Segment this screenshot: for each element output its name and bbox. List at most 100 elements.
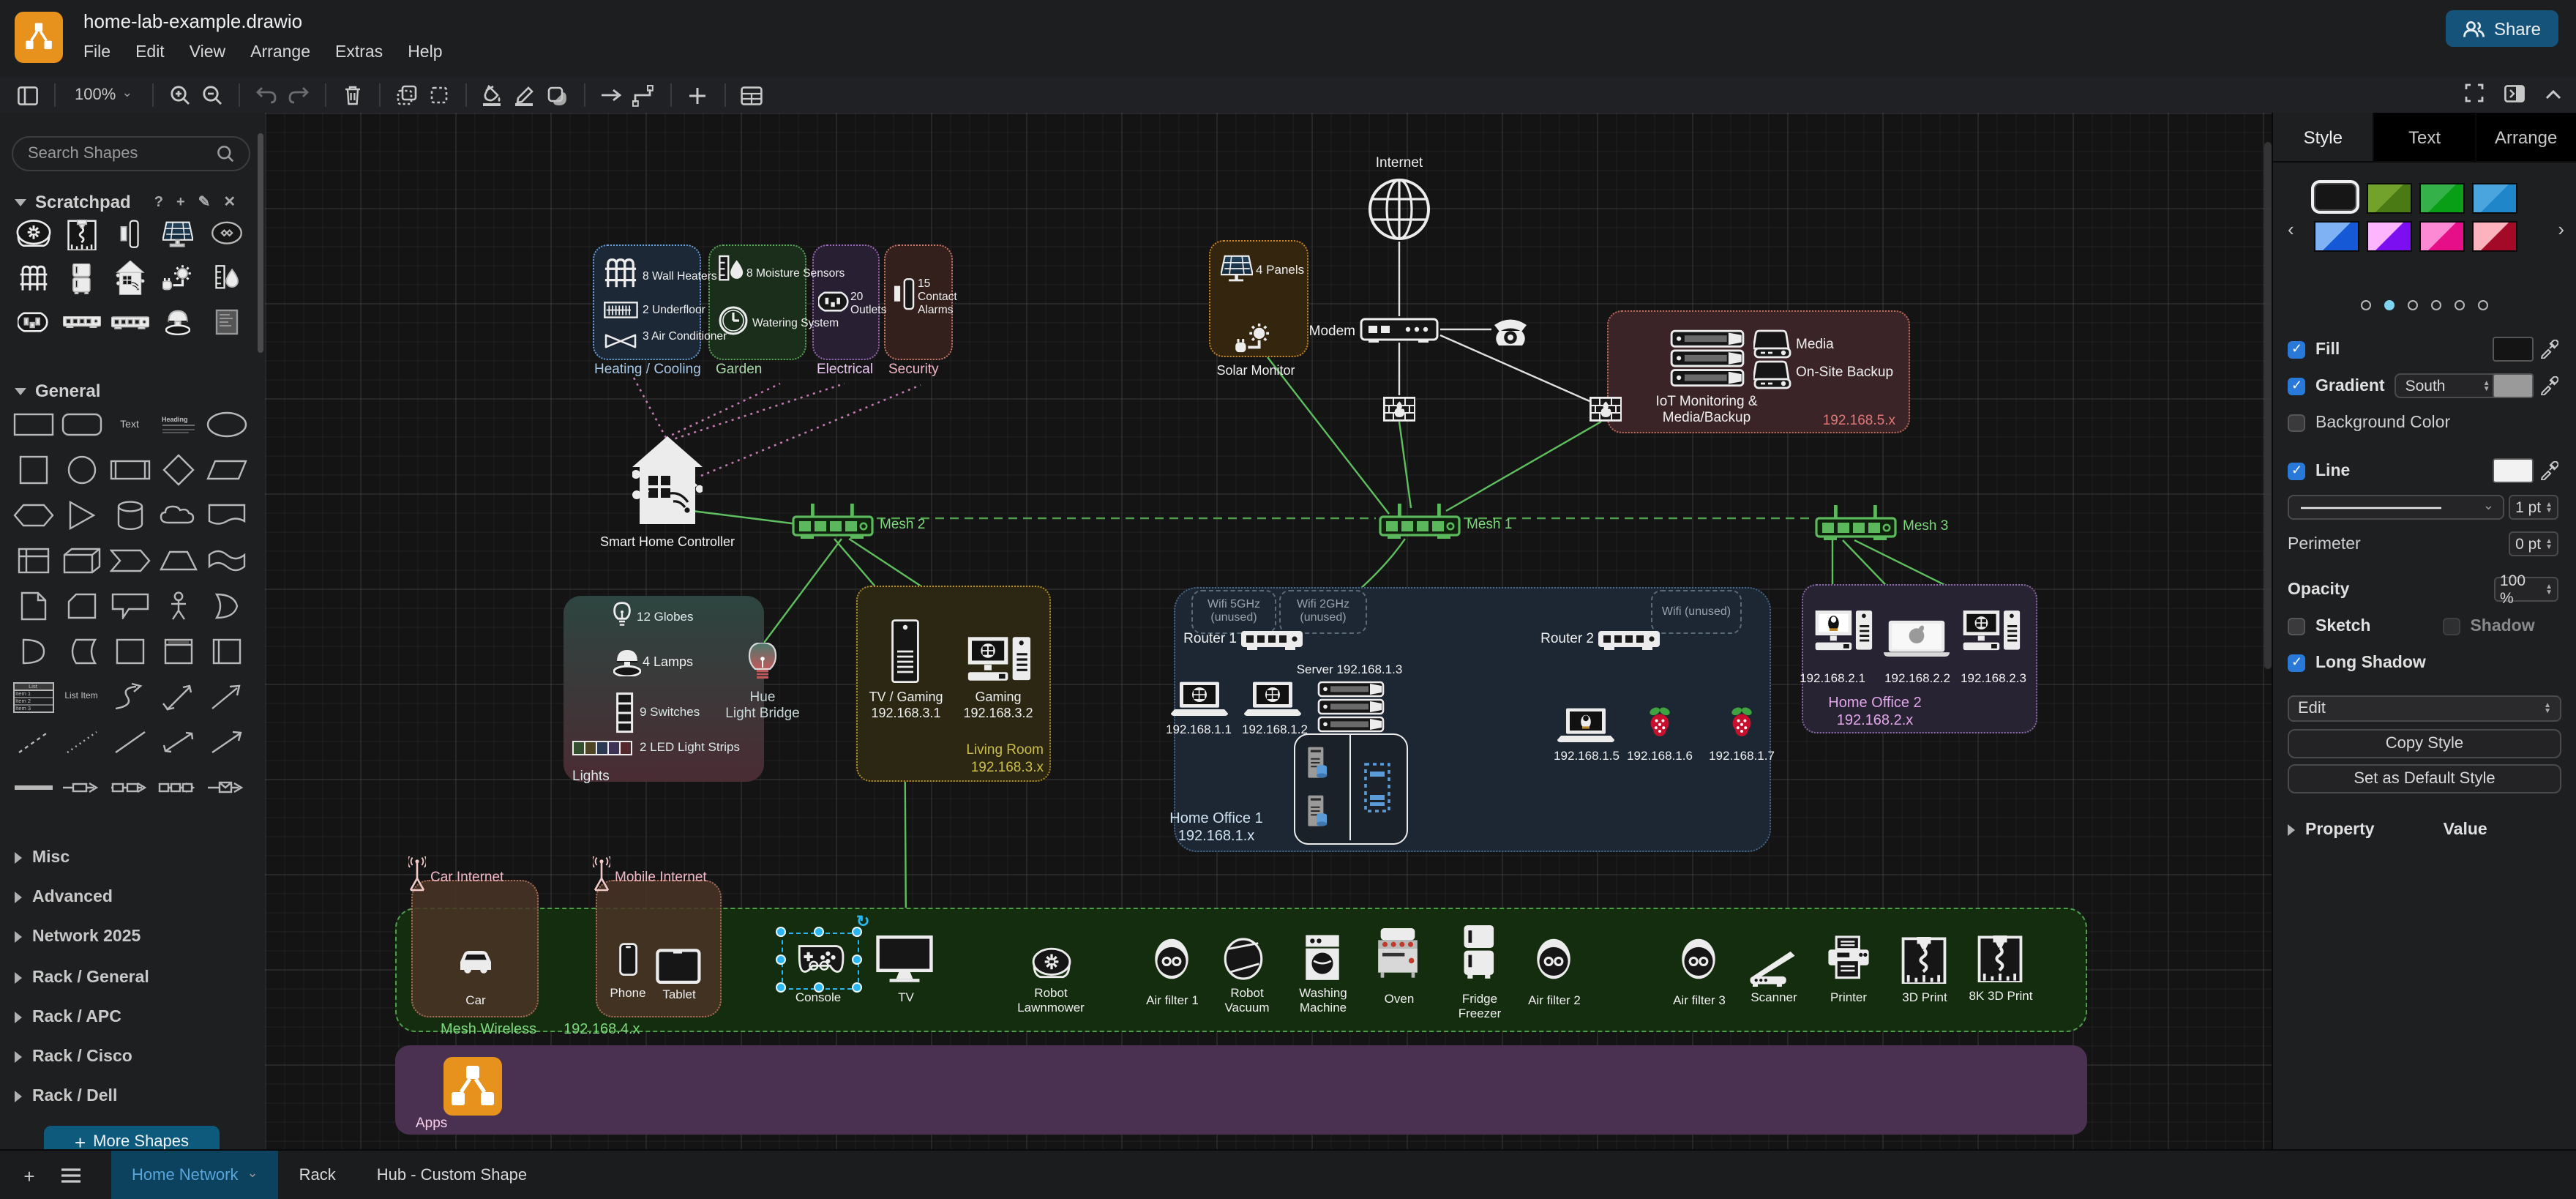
garden-title[interactable]: Garden [716, 362, 762, 378]
ip-192-168-2-3[interactable]: 192.168.2.3 [1961, 671, 2026, 685]
shape-smart-home[interactable] [108, 262, 151, 294]
heating-title[interactable]: Heating / Cooling [594, 362, 701, 378]
hue-bridge-label[interactable]: Hue Light Bridge [725, 690, 799, 722]
router1-label[interactable]: Router 1 [1183, 631, 1237, 647]
washing-machine-label[interactable]: Washing Machine [1299, 985, 1347, 1015]
shape-parallelogram[interactable] [204, 454, 248, 486]
router2-label[interactable]: Router 2 [1540, 631, 1594, 647]
air-filter2-label[interactable]: Air filter 2 [1528, 993, 1581, 1007]
insert-button[interactable] [681, 81, 714, 110]
printer-icon[interactable] [1827, 935, 1871, 987]
shape-directional-arrow[interactable] [204, 726, 248, 758]
menu-help[interactable]: Help [408, 44, 442, 61]
tab-style[interactable]: Style [2273, 113, 2375, 161]
diagram-canvas[interactable]: Internet Modem 4 Panels Solar Monitor 8 … [265, 113, 2273, 1149]
home-office2-subnet[interactable]: 192.168.2.x [1837, 713, 1914, 731]
solar-monitor-label[interactable]: Solar Monitor [1216, 363, 1295, 378]
shape-circle[interactable] [59, 454, 103, 486]
sidebar-section-rack-general[interactable]: Rack / General [15, 969, 149, 987]
linux-desktop-icon[interactable] [1813, 609, 1873, 660]
shape-rounded-rectangle[interactable] [59, 408, 103, 441]
macbook-icon[interactable] [1884, 619, 1950, 665]
zoom-in-button[interactable] [163, 81, 195, 110]
air-filter1-label[interactable]: Air filter 1 [1146, 993, 1199, 1007]
router2-icon[interactable] [1598, 631, 1660, 657]
style-swatch[interactable] [2367, 183, 2412, 214]
fullscreen-icon[interactable] [2465, 83, 2484, 107]
collapse-panel-icon[interactable] [2504, 84, 2525, 106]
sidebar-section-rack-apc[interactable]: Rack / APC [15, 1009, 121, 1026]
undo-button[interactable] [250, 81, 282, 110]
edit-style-select[interactable]: Edit▲▼ [2288, 695, 2561, 721]
home-office1-subnet[interactable]: 192.168.1.x [1178, 829, 1255, 846]
washing-machine-icon[interactable] [1304, 933, 1341, 988]
robot-vacuum-icon[interactable] [1224, 937, 1263, 988]
shape-text[interactable]: Text [108, 408, 151, 441]
shape-door-sensor[interactable] [108, 218, 151, 250]
shape-actor[interactable] [156, 590, 200, 622]
mesh1-label[interactable]: Mesh 1 [1467, 517, 1512, 533]
zoom-out-button[interactable] [195, 81, 228, 110]
outlets-label[interactable]: 20 Outlets [850, 290, 886, 317]
zoom-select[interactable]: 100% [66, 86, 141, 104]
air-conditioner-label[interactable]: 3 Air Conditioner [643, 329, 727, 343]
share-button[interactable]: Share [2446, 10, 2558, 47]
eyedropper-icon[interactable] [2539, 340, 2558, 359]
shape-list-item[interactable]: List Item [59, 681, 103, 713]
contact-alarms-label[interactable]: 15 Contact Alarms [918, 277, 957, 317]
shape-two-label-arrow[interactable] [108, 772, 151, 804]
home-office1-title[interactable]: Home Office 1 [1169, 811, 1262, 829]
selection-handle[interactable] [852, 982, 862, 993]
chevron-up-icon[interactable] [2545, 86, 2561, 104]
shape-triangle[interactable] [59, 499, 103, 531]
help-icon[interactable]: ? [154, 194, 163, 210]
printer-label[interactable]: Printer [1830, 990, 1867, 1004]
ip-192-168-1-1[interactable]: 192.168.1.1 [1166, 722, 1232, 736]
shape-switch-strip[interactable] [59, 306, 103, 338]
shape-double-arrow[interactable] [156, 726, 200, 758]
line-checkbox[interactable] [2288, 462, 2305, 479]
line-color-well[interactable] [2493, 458, 2534, 483]
menu-extras[interactable]: Extras [335, 44, 383, 61]
internet-label[interactable]: Internet [1376, 155, 1423, 171]
robot-lawnmower-icon[interactable] [1032, 947, 1071, 988]
style-swatch[interactable] [2472, 183, 2517, 214]
page-tab-home-network[interactable]: Home Network [111, 1151, 279, 1199]
shape-three-label-arrow[interactable] [156, 772, 200, 804]
line-color-button[interactable] [509, 81, 541, 110]
internet-globe-icon[interactable] [1367, 177, 1431, 249]
shape-dotted-line[interactable] [59, 726, 103, 758]
security-title[interactable]: Security [888, 362, 939, 378]
more-shapes-button[interactable]: +More Shapes [44, 1126, 220, 1149]
electrical-title[interactable]: Electrical [817, 362, 873, 378]
shape-labeled-arrow[interactable] [59, 772, 103, 804]
shape-solar-panel[interactable] [156, 218, 200, 250]
fridge-freezer-icon[interactable] [1462, 925, 1497, 987]
shape-cylinder[interactable] [108, 499, 151, 531]
shape-square[interactable] [11, 454, 55, 486]
8k-3d-printer-icon[interactable] [1977, 935, 2023, 990]
underfloor-label[interactable]: 2 Underfloor [643, 303, 705, 316]
sidebar-section-misc[interactable]: Misc [15, 849, 70, 867]
swatch-next-icon[interactable]: › [2558, 218, 2564, 240]
shape-rectangle[interactable] [11, 408, 55, 441]
backup-drive-icon[interactable] [1753, 360, 1791, 397]
shape-line[interactable] [108, 726, 151, 758]
living-room-title[interactable]: Living Room [966, 742, 1044, 758]
menu-file[interactable]: File [83, 44, 111, 61]
ip-192-168-2-1[interactable]: 192.168.2.1 [1800, 671, 1865, 685]
server-label[interactable]: Server 192.168.1.3 [1297, 662, 1403, 676]
paste-button[interactable] [422, 81, 454, 110]
phone-icon[interactable] [619, 943, 638, 984]
line-width-stepper[interactable]: 1 pt▲▼ [2509, 495, 2558, 520]
3d-printer-icon[interactable] [1901, 937, 1947, 991]
living-room-subnet[interactable]: 192.168.3.x [971, 760, 1044, 776]
oven-icon[interactable] [1377, 928, 1418, 987]
shape-trapezoid[interactable] [156, 545, 200, 577]
mobile-internet-label[interactable]: Mobile Internet [615, 870, 707, 886]
selection-handle[interactable] [776, 927, 786, 937]
tab-arrange[interactable]: Arrange [2476, 113, 2576, 161]
set-default-style-button[interactable]: Set as Default Style [2288, 764, 2561, 793]
sidebar-scrollbar[interactable] [258, 133, 263, 353]
property-header-row[interactable]: Property Value [2288, 814, 2561, 845]
